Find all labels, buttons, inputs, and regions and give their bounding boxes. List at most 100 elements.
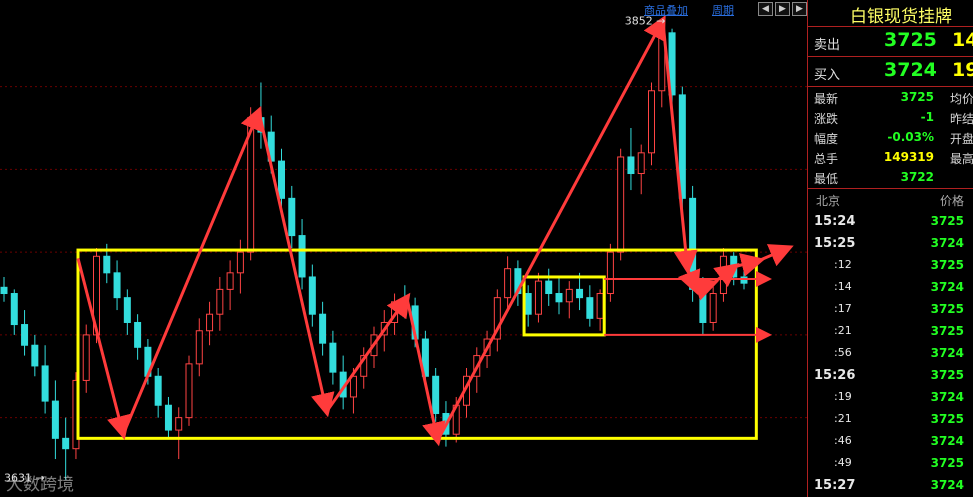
period-link[interactable]: 周期	[712, 2, 734, 18]
candle-body	[648, 90, 655, 154]
candle-body	[31, 344, 39, 367]
tick-row: 15:27 3724	[808, 474, 973, 496]
candle-body	[524, 293, 532, 315]
stat-row: 最低 3722	[808, 168, 973, 186]
trend-arrow	[692, 277, 719, 301]
instrument-title: 白银现货挂牌	[850, 7, 952, 27]
buy-row: 买入 3724 19	[808, 57, 973, 87]
tick-row: 15:25 3724	[808, 232, 973, 254]
tick-time: :12	[834, 258, 852, 271]
tick-list-header: 北京 价格	[808, 190, 973, 210]
candle-body	[206, 313, 214, 332]
trend-arrow	[758, 244, 794, 267]
tick-time: 15:24	[814, 214, 856, 229]
tick-row: :19 3724	[808, 386, 973, 408]
stat-row: 幅度 -0.03% 开盘	[808, 128, 973, 146]
scroll-right-icon[interactable]: ▶	[775, 2, 790, 16]
candle-body	[308, 276, 316, 315]
tick-row: 15:26 3725	[808, 364, 973, 386]
candle-body	[555, 293, 563, 303]
candle-body	[617, 156, 625, 253]
candle-body	[175, 417, 183, 431]
candle-body	[10, 293, 18, 326]
candle-body	[154, 375, 162, 406]
trend-arrow	[257, 111, 335, 418]
buy-label: 买入	[814, 68, 841, 83]
candle-body	[596, 293, 604, 319]
stat-right-label: 昨结	[950, 112, 973, 126]
candle-body	[134, 321, 142, 348]
stat-label: 幅度	[814, 132, 839, 146]
stat-label: 最低	[814, 172, 839, 186]
candle-body	[185, 363, 193, 419]
tick-time-header: 北京	[816, 194, 841, 208]
candle-body	[699, 288, 707, 323]
candle-body	[82, 334, 90, 381]
candle-body	[349, 375, 357, 398]
candle-body	[113, 272, 121, 299]
stat-value: 3722	[900, 170, 934, 184]
candle-body	[103, 255, 111, 274]
candle-body	[545, 280, 553, 295]
stat-label: 涨跌	[814, 112, 839, 126]
stat-label: 最新	[814, 92, 839, 106]
tick-time: :46	[834, 434, 852, 447]
tick-time: :21	[834, 324, 852, 337]
candle-body	[586, 297, 594, 319]
candle-body	[576, 288, 584, 299]
candle-body	[0, 286, 8, 295]
candle-body	[319, 313, 327, 344]
stat-right-label: 最高	[950, 152, 973, 166]
candle-body	[51, 400, 59, 439]
stat-value: -0.03%	[887, 130, 934, 144]
tick-price: 3724	[930, 478, 964, 492]
stat-value: 3725	[900, 90, 934, 104]
sell-label: 卖出	[814, 38, 841, 53]
candle-body	[740, 276, 748, 284]
stat-value: 149319	[883, 150, 934, 164]
quote-panel: 白银现货挂牌 卖出 3725 14 买入 3724 19 最新 3725 均价 …	[807, 0, 973, 497]
tick-price: 3725	[930, 214, 964, 228]
tick-row: :17 3725	[808, 298, 973, 320]
stat-value: -1	[920, 110, 934, 124]
candle-body	[298, 235, 306, 278]
tick-row: :49 3725	[808, 452, 973, 474]
buy-price: 3724	[884, 59, 937, 81]
candle-body	[21, 324, 29, 346]
scroll-end-icon[interactable]: ▶	[792, 2, 807, 16]
panel-title-bar: 白银现货挂牌	[808, 0, 973, 27]
stat-row: 总手 149319 最高	[808, 148, 973, 166]
tick-price: 3725	[930, 368, 964, 382]
tick-time: :56	[834, 346, 852, 359]
tick-row: 15:24 3725	[808, 210, 973, 232]
buy-volume: 19	[952, 59, 973, 81]
tick-time: :14	[834, 280, 852, 293]
candle-body	[41, 365, 49, 402]
candle-body	[164, 404, 172, 431]
trend-arrow	[436, 15, 666, 442]
candle-body	[288, 197, 296, 237]
candle-body	[709, 293, 717, 323]
stat-right-label: 开盘	[950, 132, 973, 146]
candle-body	[62, 437, 70, 450]
overlay-link[interactable]: 商品叠加	[644, 2, 688, 18]
tick-price-header: 价格	[939, 194, 964, 208]
scroll-left-icon[interactable]: ◀	[758, 2, 773, 16]
candle-body	[432, 375, 440, 415]
tick-row: :14 3724	[808, 276, 973, 298]
candlestick-chart: 3852 →3631 →	[0, 14, 807, 485]
candle-body	[195, 330, 203, 365]
tick-price: 3724	[930, 236, 964, 250]
tick-time: :17	[834, 302, 852, 315]
watermark: 大数跨境	[6, 475, 74, 495]
tick-price: 3724	[930, 280, 964, 294]
trend-arrow	[325, 292, 411, 413]
tick-row: :21 3725	[808, 408, 973, 430]
tick-time: :19	[834, 390, 852, 403]
candle-body	[278, 160, 285, 199]
tick-time: 15:27	[814, 478, 856, 493]
tick-price: 3725	[930, 324, 964, 338]
stat-row: 最新 3725 均价	[808, 88, 973, 106]
stat-label: 总手	[814, 152, 839, 166]
sell-volume: 14	[952, 29, 973, 51]
